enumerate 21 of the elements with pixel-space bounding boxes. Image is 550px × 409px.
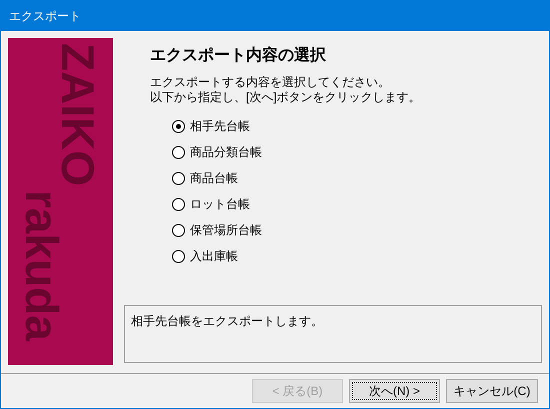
dialog-button[interactable]: 次へ(N) > xyxy=(349,379,440,403)
radio-option[interactable]: 商品台帳 xyxy=(172,170,542,186)
radio-option[interactable]: 相手先台帳 xyxy=(172,118,542,134)
radio-button[interactable] xyxy=(172,172,185,184)
radio-button[interactable] xyxy=(172,224,185,236)
page-heading: エクスポート内容の選択 xyxy=(150,45,327,66)
radio-button[interactable] xyxy=(172,250,185,262)
instruction-text: エクスポートする内容を選択してください。 xyxy=(150,75,391,90)
radio-option[interactable]: 商品分類台帳 xyxy=(172,144,542,160)
dialog-button[interactable]: キャンセル(C) xyxy=(446,379,538,403)
radio-button[interactable] xyxy=(172,120,185,132)
logo-text: rakuda xyxy=(19,190,65,341)
description-box: 相手先台帳をエクスポートします。 xyxy=(124,305,542,363)
instruction-text: 以下から指定し、[次へ]ボタンをクリックします。 xyxy=(150,90,422,105)
radio-button[interactable] xyxy=(172,198,185,210)
radio-button[interactable] xyxy=(172,146,185,158)
radio-option[interactable]: 入出庫帳 xyxy=(172,248,542,264)
window-title: エクスポート xyxy=(9,8,81,25)
logo-text: ZAIKO xyxy=(55,43,101,186)
radio-option[interactable]: ロット台帳 xyxy=(172,196,542,212)
radio-option[interactable]: 保管場所台帳 xyxy=(172,222,542,238)
